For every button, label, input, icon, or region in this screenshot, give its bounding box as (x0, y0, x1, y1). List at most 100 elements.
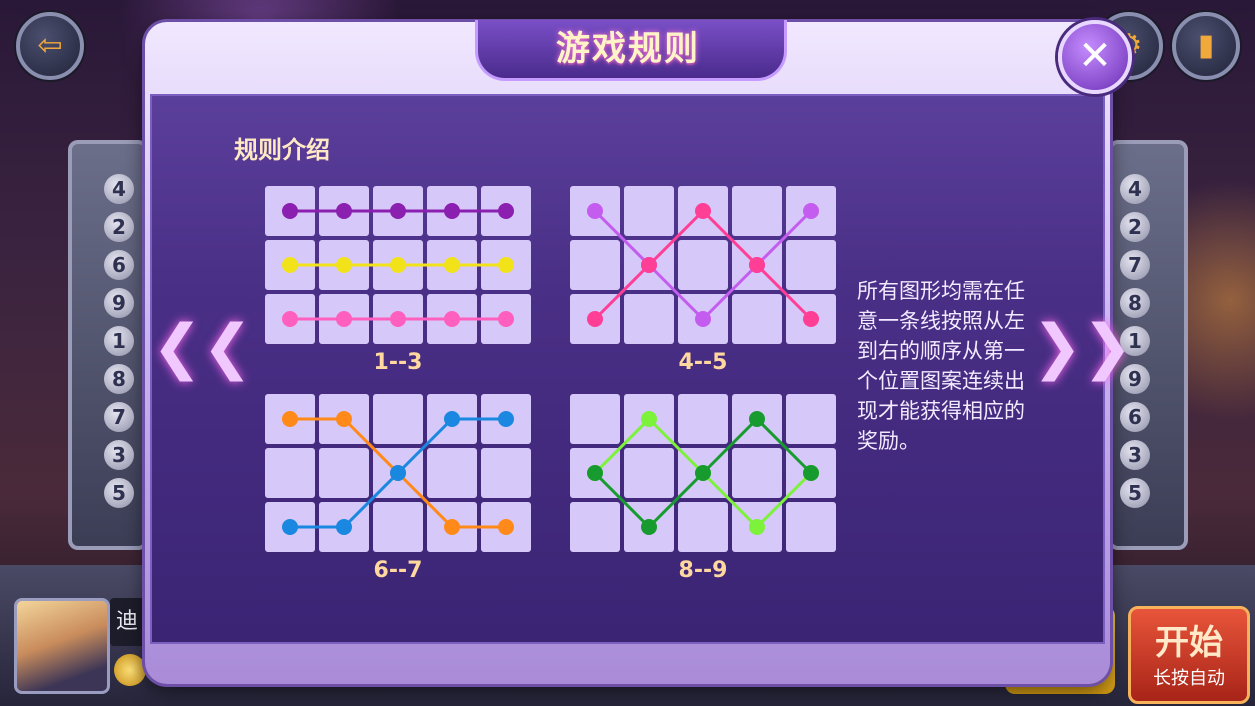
payline-number: 5 (1120, 478, 1150, 508)
grid-cell (265, 448, 315, 498)
payline-grid (265, 186, 531, 344)
help-book-button[interactable]: ▮ (1172, 12, 1240, 80)
payline-dot (803, 311, 819, 327)
payline-dot (695, 311, 711, 327)
payline-number: 2 (104, 212, 134, 242)
payline-dot (498, 257, 514, 273)
grid-cell (570, 240, 620, 290)
next-page-button[interactable]: ❯❯ (1032, 317, 1133, 377)
payline-dot (282, 257, 298, 273)
grid-cell (678, 394, 728, 444)
payline-dot (444, 411, 460, 427)
payline-grid-label: 6--7 (373, 558, 423, 583)
payline-dot (336, 203, 352, 219)
avatar[interactable] (14, 598, 110, 694)
payline-number: 2 (1120, 212, 1150, 242)
payline-dot (749, 411, 765, 427)
grid-cell (786, 502, 836, 552)
payline-dot (444, 257, 460, 273)
grid-cell (624, 294, 674, 344)
grid-cell (373, 502, 423, 552)
payline-dot (641, 411, 657, 427)
payline-grid (570, 394, 836, 552)
payline-number: 4 (1120, 174, 1150, 204)
payline-number: 1 (104, 326, 134, 356)
payline-number: 1 (1120, 326, 1150, 356)
payline-number: 3 (104, 440, 134, 470)
prev-page-button[interactable]: ❮❮ (152, 317, 253, 377)
payline-number: 8 (104, 364, 134, 394)
payline-dot (749, 519, 765, 535)
payline-dot (282, 411, 298, 427)
back-button[interactable]: ⇦ (16, 12, 84, 80)
grid-cell (786, 394, 836, 444)
payline-number: 9 (104, 288, 134, 318)
grid-cell (786, 240, 836, 290)
payline-dot (336, 519, 352, 535)
grid-cell (732, 186, 782, 236)
section-title: 规则介绍 (234, 136, 330, 164)
payline-number: 7 (104, 402, 134, 432)
rules-description: 所有图形均需在任意一条线按照从左到右的顺序从第一个位置图案连续出现才能获得相应的… (857, 279, 1025, 453)
payline-dot (444, 311, 460, 327)
payline-dot (641, 519, 657, 535)
payline-number: 4 (104, 174, 134, 204)
payline-dot (498, 411, 514, 427)
payline-dot (587, 465, 603, 481)
grid-cell (481, 448, 531, 498)
payline-dot (336, 257, 352, 273)
payline-dot (282, 203, 298, 219)
payline-dot (390, 311, 406, 327)
close-button[interactable]: ✕ (1058, 20, 1132, 94)
payline-grid (570, 186, 836, 344)
grid-cell (570, 502, 620, 552)
payline-dot (749, 257, 765, 273)
grid-cell (427, 448, 477, 498)
payline-dot (444, 519, 460, 535)
grid-cell (373, 394, 423, 444)
start-sublabel: 长按自动 (1153, 668, 1225, 689)
payline-dot (641, 257, 657, 273)
payline-grid-label: 4--5 (678, 350, 728, 375)
payline-dot (803, 465, 819, 481)
start-button[interactable]: 开始 长按自动 (1128, 606, 1250, 704)
exit-icon: ⇦ (37, 28, 63, 63)
grid-cell (624, 186, 674, 236)
grid-cell (678, 502, 728, 552)
book-icon: ▮ (1197, 28, 1215, 63)
payline-dot (695, 203, 711, 219)
grid-cell (570, 394, 620, 444)
payline-number: 8 (1120, 288, 1150, 318)
grid-cell (732, 448, 782, 498)
payline-grid-label: 1--3 (373, 350, 423, 375)
payline-dot (803, 203, 819, 219)
payline-dot (282, 311, 298, 327)
payline-dot (390, 257, 406, 273)
start-label: 开始 (1155, 623, 1223, 663)
payline-dot (282, 519, 298, 535)
payline-dot (498, 311, 514, 327)
payline-number: 7 (1120, 250, 1150, 280)
payline-dot (587, 203, 603, 219)
payline-number: 5 (104, 478, 134, 508)
payline-dot (336, 411, 352, 427)
payline-dot (498, 519, 514, 535)
close-icon: ✕ (1078, 33, 1112, 79)
payline-number: 3 (1120, 440, 1150, 470)
grid-cell (732, 294, 782, 344)
payline-number: 6 (104, 250, 134, 280)
payline-grid (265, 394, 531, 552)
modal-title: 游戏规则 (556, 29, 700, 69)
grid-cell (319, 448, 369, 498)
payline-number: 9 (1120, 364, 1150, 394)
payline-dot (444, 203, 460, 219)
payline-dot (498, 203, 514, 219)
payline-dot (390, 465, 406, 481)
chevron-right-icon: ❯❯ (1032, 312, 1133, 382)
coin-icon (114, 654, 146, 686)
payline-grid-label: 8--9 (678, 558, 728, 583)
grid-cell (678, 240, 728, 290)
payline-dot (587, 311, 603, 327)
grid-cell (624, 448, 674, 498)
payline-dot (695, 465, 711, 481)
